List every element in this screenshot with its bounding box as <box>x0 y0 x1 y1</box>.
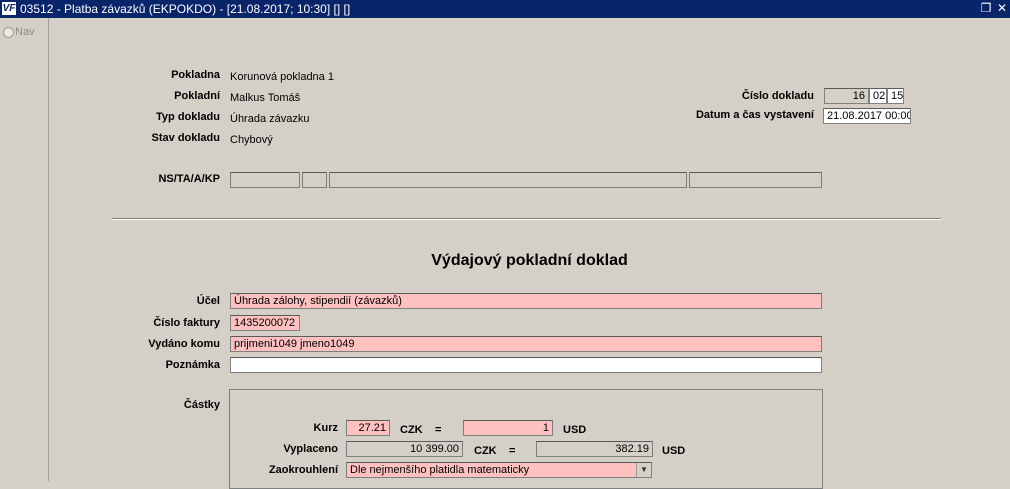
poznamka-field[interactable] <box>230 357 822 373</box>
ta-field[interactable] <box>302 172 327 188</box>
title-bar: VF 03512 - Platba závazků (EKPOKDO) - [2… <box>0 0 1010 18</box>
poznamka-label: Poznámka <box>165 359 220 371</box>
restore-icon[interactable]: ❐ <box>979 1 993 15</box>
vydano-komu-label: Vydáno komu <box>148 338 220 350</box>
ns-field[interactable] <box>230 172 300 188</box>
ucel-field[interactable]: Úhrada zálohy, stipendií (závazků) <box>230 293 822 309</box>
cislo-faktury-label: Číslo faktury <box>153 317 220 329</box>
app-logo-icon: VF <box>2 2 16 15</box>
ucel-label: Účel <box>196 295 220 307</box>
vyplaceno-label: Vyplaceno <box>283 443 338 455</box>
vyplaceno-usd-label: USD <box>662 445 686 457</box>
document-heading: Výdajový pokladní doklad <box>431 252 628 269</box>
close-icon[interactable]: ✕ <box>995 1 1009 15</box>
castky-label: Částky <box>183 399 220 411</box>
cislo-dokladu-label: Číslo dokladu <box>741 90 814 102</box>
cislo-faktury-field[interactable]: 1435200072 <box>230 315 300 331</box>
kurz-usd-label: USD <box>563 424 587 436</box>
zaokrouhleni-select[interactable]: Dle nejmenšího platidla matematicky ▼ <box>346 462 652 478</box>
pokladna-label: Pokladna <box>171 69 220 81</box>
a-field[interactable] <box>329 172 687 188</box>
zaokrouhleni-value: Dle nejmenšího platidla matematicky <box>350 464 530 476</box>
cislo-dokladu-part3[interactable]: 15 <box>887 88 904 104</box>
form-content: Pokladna Korunová pokladna 1 Pokladní Ma… <box>49 18 1010 489</box>
pokladni-label: Pokladní <box>174 90 220 102</box>
chevron-down-icon[interactable]: ▼ <box>636 463 651 477</box>
vyplaceno-czk-field[interactable]: 10 399.00 <box>346 441 463 457</box>
kurz-label: Kurz <box>313 422 338 434</box>
kp-field[interactable] <box>689 172 822 188</box>
vyplaceno-czk-label: CZK <box>474 445 497 457</box>
datum-vystaveni-label: Datum a čas vystavení <box>695 109 814 121</box>
ns-ta-a-kp-label: NS/TA/A/KP <box>158 173 220 185</box>
sidebar: Nav <box>0 18 49 481</box>
datum-vystaveni-field[interactable]: 21.08.2017 00:00 <box>823 108 911 124</box>
stav-dokladu-value: Chybový <box>230 134 273 146</box>
pokladna-value: Korunová pokladna 1 <box>230 71 334 83</box>
cislo-dokladu-part2[interactable]: 02 <box>869 88 887 104</box>
vyplaceno-equals-label: = <box>509 445 516 457</box>
cislo-dokladu-part1[interactable]: 16 <box>824 88 869 104</box>
kurz-czk-label: CZK <box>400 424 423 436</box>
typ-dokladu-value: Úhrada závazku <box>230 113 310 125</box>
nav-label[interactable]: Nav <box>15 26 35 38</box>
stav-dokladu-label: Stav dokladu <box>151 132 220 144</box>
kurz-usd-field[interactable]: 1 <box>463 420 553 436</box>
vyplaceno-usd-field[interactable]: 382.19 <box>536 441 653 457</box>
kurz-equals-label: = <box>435 424 442 436</box>
pokladni-value: Malkus Tomáš <box>230 92 301 104</box>
nav-radio-icon[interactable] <box>3 27 14 38</box>
typ-dokladu-label: Typ dokladu <box>156 111 220 123</box>
vydano-komu-field[interactable]: prijmeni1049 jmeno1049 <box>230 336 822 352</box>
window-title: 03512 - Platba závazků (EKPOKDO) - [21.0… <box>20 2 351 16</box>
kurz-czk-field[interactable]: 27.21 <box>346 420 390 436</box>
section-divider <box>112 218 941 220</box>
zaokrouhleni-label: Zaokrouhlení <box>268 464 338 476</box>
